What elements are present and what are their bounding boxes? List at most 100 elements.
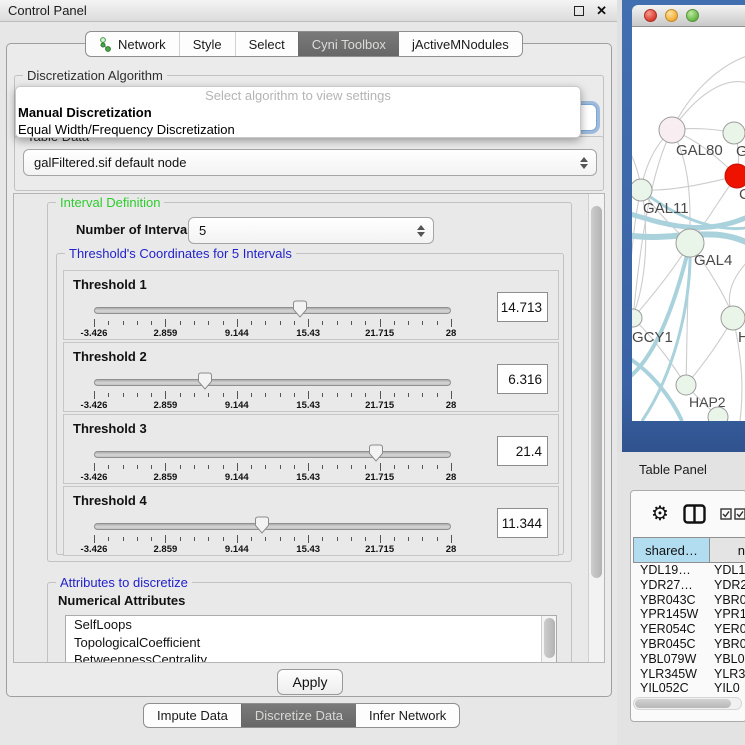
threshold-value-field[interactable] [497, 508, 548, 538]
gear-icon[interactable]: ⚙ [651, 504, 669, 524]
float-window-icon[interactable] [574, 6, 584, 16]
table-row[interactable]: YLR345WYLR3 [633, 667, 745, 682]
column-header-shared-name[interactable]: shared… [633, 537, 710, 563]
slider-track[interactable] [94, 379, 451, 386]
attribute-list-item[interactable]: SelfLoops [66, 616, 556, 634]
network-node-gcy1[interactable] [632, 309, 642, 327]
settings-scrollbar[interactable] [588, 194, 604, 662]
tab-label: Select [249, 37, 285, 52]
table-row[interactable]: YBR045CYBR0 [633, 637, 745, 652]
window-close-button[interactable] [644, 9, 657, 22]
numerical-attributes-list[interactable]: SelfLoopsTopologicalCoefficientBetweenne… [65, 615, 557, 663]
algorithm-option[interactable]: Manual Discretization [16, 104, 580, 121]
slider-tick-labels: -3.4262.8599.14415.4321.71528 [94, 328, 451, 340]
slider-thumb[interactable] [293, 300, 308, 318]
network-node-gal80[interactable] [659, 117, 685, 143]
slider-thumb[interactable] [254, 516, 269, 534]
network-node-label: C [739, 186, 745, 203]
table-row[interactable]: YDR27…YDR2 [633, 578, 745, 593]
select-all-checkbox-icon[interactable] [734, 508, 745, 520]
cell-shared-name[interactable]: YBL079W [633, 652, 710, 667]
right-panel: GAL80GACGAL11GAL4GCY1HHAP2 Table Panel ⚙ [617, 0, 745, 745]
table-horizontal-scrollbar[interactable] [633, 697, 742, 710]
cell-name[interactable]: YBR0 [710, 593, 745, 608]
table-row[interactable]: YBR043CYBR0 [633, 593, 745, 608]
cell-name[interactable]: YBL0 [710, 652, 745, 667]
thresholds-group-title: Threshold's Coordinates for 5 Intervals [65, 246, 296, 261]
apply-button[interactable]: Apply [277, 669, 343, 695]
settings-scroll-area: Interval Definition Number of Intervals … [13, 193, 605, 663]
select-attributes-checkbox-icon[interactable] [720, 508, 732, 520]
tab-discretize-data[interactable]: Discretize Data [241, 704, 356, 727]
control-panel-title: Control Panel [8, 3, 87, 18]
window-zoom-button[interactable] [686, 9, 699, 22]
algorithm-option[interactable]: Equal Width/Frequency Discretization [16, 121, 580, 138]
cell-shared-name[interactable]: YLR345W [633, 667, 710, 682]
slider-thumb[interactable] [197, 372, 212, 390]
cell-shared-name[interactable]: YDL19… [633, 563, 710, 578]
split-columns-icon[interactable] [683, 504, 706, 524]
network-node-label: H [738, 329, 745, 346]
interval-definition-group: Interval Definition Number of Intervals … [47, 202, 572, 562]
threshold-value-field[interactable] [497, 292, 548, 322]
threshold-slider[interactable]: -3.4262.8599.14415.4321.71528 [94, 443, 451, 483]
attributes-list-scrollbar[interactable] [541, 616, 556, 663]
tab-select[interactable]: Select [235, 32, 298, 56]
cell-shared-name[interactable]: YBR043C [633, 593, 710, 608]
tab-impute-data[interactable]: Impute Data [144, 704, 241, 727]
network-node-ga[interactable] [723, 122, 745, 144]
network-node-hap2[interactable] [676, 375, 696, 395]
slider-track[interactable] [94, 451, 451, 458]
discretization-algorithm-group-title: Discretization Algorithm [23, 68, 167, 83]
combo-spinner-icon [417, 225, 425, 237]
network-canvas[interactable]: GAL80GACGAL11GAL4GCY1HHAP2 [632, 27, 745, 421]
tab-jactivemnodules[interactable]: jActiveMNodules [399, 32, 522, 56]
network-node-label: GA [736, 143, 745, 160]
slider-track[interactable] [94, 307, 451, 314]
table-row[interactable]: YPR145WYPR1 [633, 607, 745, 622]
threshold-value-field[interactable] [497, 436, 548, 466]
cell-name[interactable]: YER0 [710, 622, 745, 637]
tab-infer-network[interactable]: Infer Network [356, 704, 459, 727]
cell-shared-name[interactable]: YER054C [633, 622, 710, 637]
cell-name[interactable]: YPR1 [710, 607, 745, 622]
tab-network[interactable]: Network [86, 32, 179, 56]
network-node-gal11[interactable] [632, 179, 652, 201]
cell-shared-name[interactable]: YPR145W [633, 607, 710, 622]
number-of-intervals-combobox[interactable]: 5 [188, 217, 434, 244]
table-row[interactable]: YBL079WYBL0 [633, 652, 745, 667]
threshold-slider[interactable]: -3.4262.8599.14415.4321.71528 [94, 515, 451, 555]
close-icon[interactable]: ✕ [596, 6, 607, 16]
cell-shared-name[interactable]: YIL052C [633, 681, 710, 696]
network-node-label: GCY1 [632, 329, 673, 346]
threshold-slider[interactable]: -3.4262.8599.14415.4321.71528 [94, 299, 451, 339]
table-row[interactable]: YIL052CYIL0 [633, 681, 745, 696]
slider-track[interactable] [94, 523, 451, 530]
table-row[interactable]: YDL19…YDL1 [633, 563, 745, 578]
cell-name[interactable]: YIL0 [710, 681, 745, 696]
table-data-combobox[interactable]: galFiltered.sif default node [23, 149, 597, 176]
cell-name[interactable]: YDR2 [710, 578, 745, 593]
cell-name[interactable]: YDL1 [710, 563, 745, 578]
threshold-value-field[interactable] [497, 364, 548, 394]
top-tabbar: NetworkStyle Select Cyni ToolboxjActiveMNo… [85, 31, 523, 57]
cell-shared-name[interactable]: YDR27… [633, 578, 710, 593]
network-node-c[interactable] [725, 164, 745, 188]
column-header-name[interactable]: n [710, 537, 745, 563]
tab-style[interactable]: Style [179, 32, 235, 56]
slider-thumb[interactable] [369, 444, 384, 462]
attribute-list-item[interactable]: TopologicalCoefficient [66, 634, 556, 652]
cell-name[interactable]: YLR3 [710, 667, 745, 682]
table-row[interactable]: YER054CYER0 [633, 622, 745, 637]
threshold-label: Threshold 1 [73, 277, 147, 292]
network-node-h[interactable] [721, 306, 745, 330]
algorithm-placeholder-item[interactable]: Select algorithm to view settings [16, 87, 580, 104]
threshold-slider[interactable]: -3.4262.8599.14415.4321.71528 [94, 371, 451, 411]
attribute-list-item[interactable]: BetweennessCentrality [66, 651, 556, 663]
tab-cyni-toolbox[interactable]: Cyni Toolbox [298, 32, 399, 56]
attributes-group: Attributes to discretize Numerical Attri… [47, 582, 572, 663]
cell-name[interactable]: YBR0 [710, 637, 745, 652]
cell-shared-name[interactable]: YBR045C [633, 637, 710, 652]
slider-tick-labels: -3.4262.8599.14415.4321.71528 [94, 472, 451, 484]
window-minimize-button[interactable] [665, 9, 678, 22]
